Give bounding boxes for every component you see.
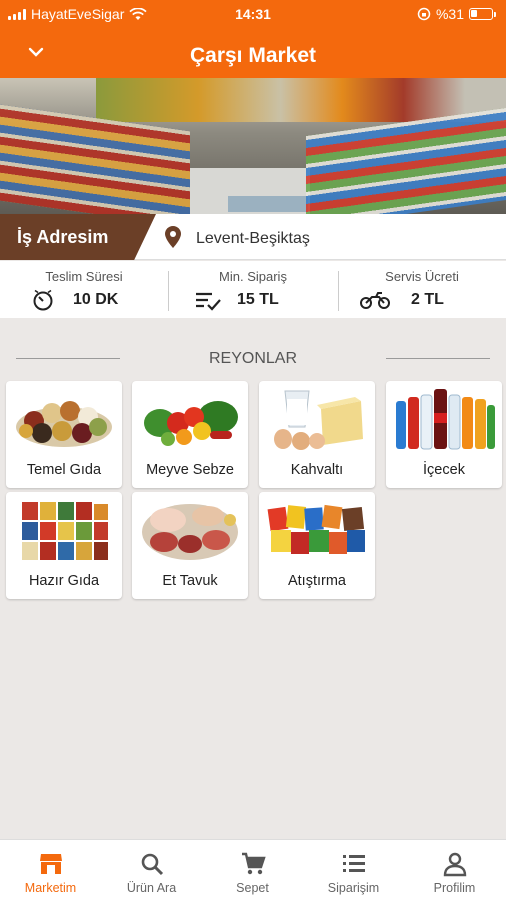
vegetables-image <box>144 401 238 446</box>
nav-label: Siparişim <box>327 881 380 895</box>
category-label: Hazır Gıda <box>28 573 100 589</box>
address-tag-label: İş Adresim <box>17 227 109 247</box>
market-banner-image <box>0 78 506 214</box>
address-location: Levent-Beşiktaş <box>196 230 310 247</box>
breakfast-image <box>274 390 363 450</box>
bottom-navigation: Marketim Ürün Ara Sepet Siparişim Profil… <box>0 839 506 900</box>
user-icon <box>443 852 467 877</box>
store-info-row: Teslim Süresi 10 DK Min. Sipariş 15 TL S… <box>0 261 506 318</box>
battery-percent: %31 <box>435 6 464 22</box>
timer-icon <box>33 289 53 311</box>
category-card-hazir-gida[interactable]: Hazır Gıda <box>6 492 122 599</box>
status-bar: HayatEveSigar 14:31 %31 <box>0 0 506 28</box>
address-tag: İş Adresim <box>0 214 156 260</box>
nav-label: Ürün Ara <box>126 881 177 895</box>
section-divider-right <box>386 358 490 359</box>
search-icon <box>141 853 164 876</box>
category-label: Kahvaltı <box>290 462 344 478</box>
address-bar[interactable]: İş Adresim Levent-Beşiktaş <box>0 214 506 260</box>
snacks-image <box>267 504 365 554</box>
category-card-kahvalti[interactable]: Kahvaltı <box>259 381 375 488</box>
min-order-label: Min. Sipariş <box>219 269 287 284</box>
min-order: Min. Sipariş 15 TL <box>169 261 337 318</box>
canned-food-image <box>22 502 108 560</box>
nav-item-marketim[interactable]: Marketim <box>0 840 101 900</box>
service-fee: Servis Ücreti 2 TL <box>338 261 506 318</box>
orientation-lock-icon <box>417 7 431 21</box>
category-label: Et Tavuk <box>162 573 218 589</box>
category-label: Temel Gıda <box>26 462 102 478</box>
category-card-temel-gida[interactable]: Temel Gıda <box>6 381 122 488</box>
battery-tip <box>494 11 496 17</box>
category-label: Meyve Sebze <box>146 462 234 478</box>
drinks-image <box>396 389 495 450</box>
meat-image <box>142 504 238 560</box>
category-card-meyve-sebze[interactable]: Meyve Sebze <box>132 381 248 488</box>
list-icon <box>343 855 365 872</box>
nav-label: Marketim <box>24 881 77 895</box>
category-card-atistirma[interactable]: Atıştırma <box>259 492 375 599</box>
list-check-icon <box>196 292 221 311</box>
nav-item-sepet[interactable]: Sepet <box>202 840 303 900</box>
motorcycle-icon <box>360 292 390 309</box>
category-label: Atıştırma <box>287 573 346 589</box>
delivery-time-label: Teslim Süresi <box>45 269 123 284</box>
map-pin-icon <box>165 226 181 248</box>
category-card-et-tavuk[interactable]: Et Tavuk <box>132 492 248 599</box>
section-title: REYONLAR <box>208 350 298 367</box>
nav-item-siparisim[interactable]: Siparişim <box>303 840 404 900</box>
banner-fridge-lower <box>228 196 308 212</box>
min-order-value: 15 TL <box>237 291 279 308</box>
status-right: %31 <box>417 6 496 22</box>
nav-item-urun-ara[interactable]: Ürün Ara <box>101 840 202 900</box>
page-title: Çarşı Market <box>189 44 317 67</box>
category-card-icecek[interactable]: İçecek <box>386 381 502 488</box>
section-header: REYONLAR <box>16 348 490 372</box>
nav-label: Sepet <box>236 881 269 895</box>
category-label: İçecek <box>423 462 465 478</box>
legumes-image <box>16 401 112 447</box>
banner-produce <box>96 78 506 122</box>
top-bar: HayatEveSigar 14:31 %31 Çarşı Market <box>0 0 506 78</box>
battery-icon <box>469 8 493 20</box>
nav-item-profilim[interactable]: Profilim <box>404 840 505 900</box>
nav-label: Profilim <box>433 881 476 895</box>
service-fee-label: Servis Ücreti <box>385 269 459 284</box>
delivery-time-value: 10 DK <box>73 291 119 308</box>
service-fee-value: 2 TL <box>411 291 444 308</box>
banner-shelf-right <box>306 107 506 214</box>
store-icon <box>40 854 62 874</box>
cart-icon <box>242 852 266 875</box>
delivery-time: Teslim Süresi 10 DK <box>0 261 168 318</box>
